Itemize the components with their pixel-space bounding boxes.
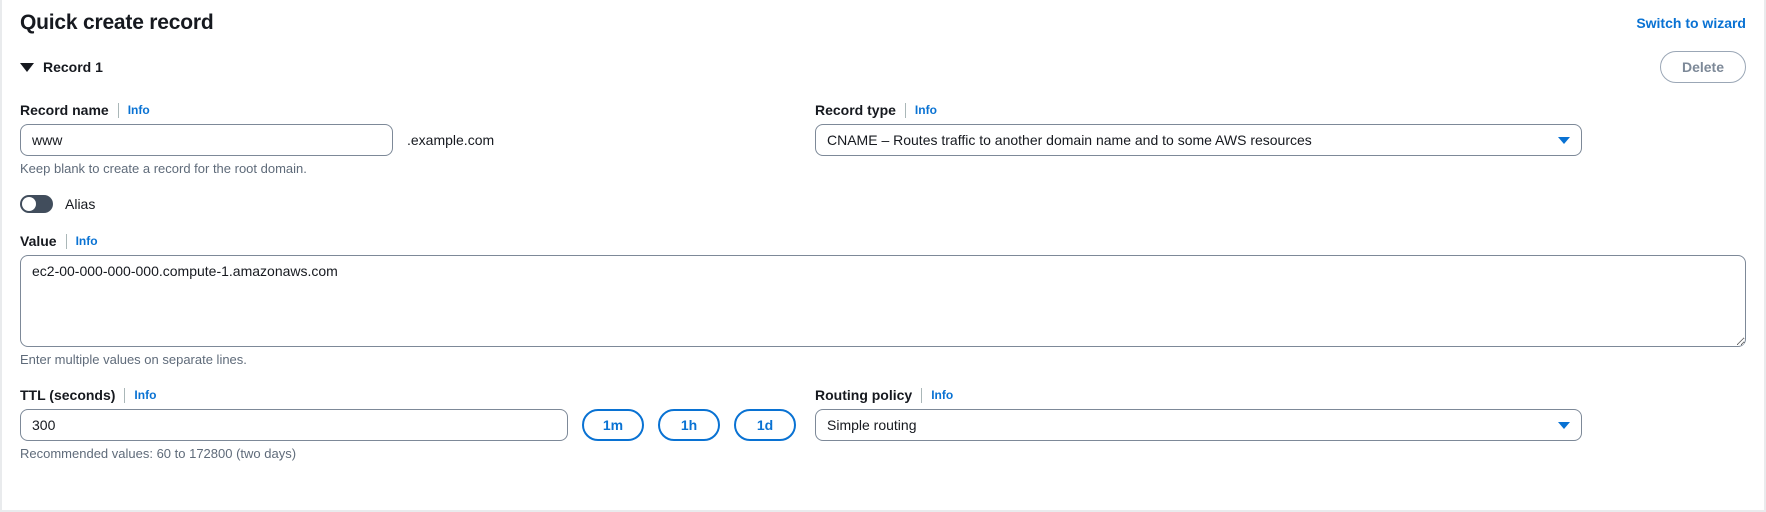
label-divider xyxy=(117,102,119,118)
value-textarea[interactable]: ec2-00-000-000-000.compute-1.amazonaws.c… xyxy=(20,255,1746,347)
alias-label: Alias xyxy=(65,196,96,212)
ttl-preset-1m[interactable]: 1m xyxy=(582,409,644,441)
record-name-hint: Keep blank to create a record for the ro… xyxy=(20,161,307,176)
alias-toggle[interactable] xyxy=(20,195,53,213)
record-type-info-link[interactable]: Info xyxy=(915,100,937,120)
record-type-field: Record type Info CNAME – Routes traffic … xyxy=(815,100,1582,178)
record-name-label: Record name xyxy=(20,102,109,118)
ttl-label-group: TTL (seconds) Info xyxy=(20,385,799,405)
value-label-group: Value Info xyxy=(20,231,1746,251)
value-label: Value xyxy=(20,233,57,249)
routing-policy-label: Routing policy xyxy=(815,387,913,403)
delete-button[interactable]: Delete xyxy=(1659,51,1746,83)
label-divider xyxy=(904,102,906,118)
value-field: Value Info ec2-00-000-000-000.compute-1.… xyxy=(20,231,1746,369)
ttl-preset-1d[interactable]: 1d xyxy=(734,409,796,441)
quick-create-record-panel: Quick create record Switch to wizard Rec… xyxy=(0,0,1766,512)
ttl-info-link[interactable]: Info xyxy=(134,385,156,405)
ttl-preset-1h[interactable]: 1h xyxy=(658,409,720,441)
ttl-hint: Recommended values: 60 to 172800 (two da… xyxy=(20,446,297,461)
record-label: Record 1 xyxy=(43,59,103,75)
routing-policy-field: Routing policy Info Simple routing xyxy=(815,385,1582,463)
caret-down-icon[interactable] xyxy=(20,63,34,72)
record-type-label: Record type xyxy=(815,102,896,118)
record-name-domain-suffix: .example.com xyxy=(407,132,495,148)
ttl-label: TTL (seconds) xyxy=(20,387,116,403)
record-type-select[interactable]: CNAME – Routes traffic to another domain… xyxy=(815,124,1582,156)
record-name-info-link[interactable]: Info xyxy=(128,100,150,120)
routing-policy-label-group: Routing policy Info xyxy=(815,385,1582,405)
panel-header: Quick create record Switch to wizard xyxy=(20,0,1746,36)
label-divider xyxy=(65,233,67,249)
record-toggle-group[interactable]: Record 1 xyxy=(20,59,103,75)
record-type-label-group: Record type Info xyxy=(815,100,1582,120)
routing-policy-info-link[interactable]: Info xyxy=(931,385,953,405)
page-title: Quick create record xyxy=(20,11,214,34)
value-hint: Enter multiple values on separate lines. xyxy=(20,352,247,367)
alias-toggle-knob xyxy=(22,197,36,211)
routing-policy-selected-value: Simple routing xyxy=(827,417,917,433)
label-divider xyxy=(124,387,126,403)
record-type-selected-value: CNAME – Routes traffic to another domain… xyxy=(827,132,1312,148)
alias-toggle-row[interactable]: Alias xyxy=(20,194,1746,214)
ttl-field: TTL (seconds) Info 1m 1h 1d Recommended … xyxy=(20,385,799,463)
record-header-row: Record 1 Delete xyxy=(20,51,1746,83)
chevron-down-icon[interactable] xyxy=(1558,422,1570,429)
ttl-input[interactable] xyxy=(20,409,568,441)
record-name-field: Record name Info .example.com Keep blank… xyxy=(20,100,799,178)
chevron-down-icon[interactable] xyxy=(1558,137,1570,144)
switch-to-wizard-link[interactable]: Switch to wizard xyxy=(1636,10,1746,36)
record-name-input[interactable] xyxy=(20,124,393,156)
value-info-link[interactable]: Info xyxy=(76,231,98,251)
label-divider xyxy=(921,387,923,403)
routing-policy-select[interactable]: Simple routing xyxy=(815,409,1582,441)
record-name-label-group: Record name Info xyxy=(20,100,799,120)
